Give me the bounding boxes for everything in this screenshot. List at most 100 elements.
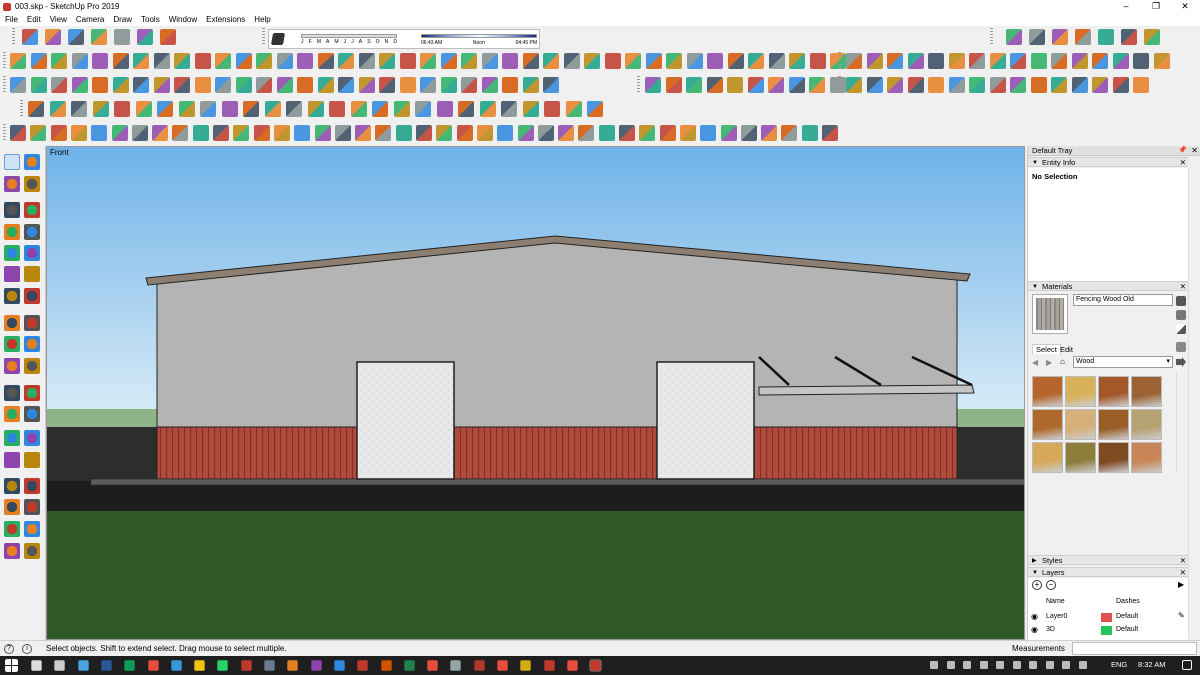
drawing-tool-icon[interactable] [4,452,20,468]
add-layer-icon[interactable]: + [1032,580,1042,590]
windows-start-icon[interactable] [5,659,18,672]
toolbar-tool-icon[interactable] [92,101,109,117]
toolbar-tool-icon[interactable] [192,125,209,141]
menu-file[interactable]: File [0,14,22,26]
drawing-tool-icon[interactable] [4,406,20,422]
toolbar-tool-icon[interactable] [50,125,67,141]
toolbar-tool-icon[interactable] [537,125,554,141]
toolbar-tool-icon[interactable] [461,53,477,69]
toolbar-tool-icon[interactable] [174,53,190,69]
drawing-tool-icon[interactable] [4,245,20,261]
toolbar-tool-icon[interactable] [338,53,354,69]
toolbar-tool-icon[interactable] [49,101,66,117]
toolbar-tool-icon[interactable] [706,77,723,93]
drawing-tool-icon[interactable] [4,202,20,218]
toolbar-tool-icon[interactable] [294,125,311,141]
toolbar-tool-icon[interactable] [740,125,757,141]
paint-bucket-icon[interactable] [1176,296,1186,306]
toolbar-tool-icon[interactable] [157,101,173,117]
toolbar-tool-icon[interactable] [22,29,38,45]
toolbar-tool-icon[interactable] [781,125,798,141]
toolbar-tool-icon[interactable] [928,77,944,93]
toolbar-tool-icon[interactable] [329,101,345,117]
layer-name[interactable]: Layer0 [1046,613,1067,620]
taskbar-app-icon[interactable] [77,660,89,671]
toolbar-tool-icon[interactable] [1112,53,1129,69]
drawing-tool-icon[interactable] [24,202,40,218]
toolbar-tool-icon[interactable] [30,125,47,141]
toolbar-tool-icon[interactable] [1092,77,1108,93]
toolbar-tool-icon[interactable] [907,53,924,69]
swatch-scrollbar[interactable] [1176,372,1188,472]
toolbar-tool-icon[interactable] [436,101,453,117]
toolbar-tool-icon[interactable] [215,77,231,93]
taskbar-app-icon[interactable] [264,660,275,671]
toolbar-tool-icon[interactable] [440,53,457,69]
menu-extensions[interactable]: Extensions [201,14,249,26]
toolbar-tool-icon[interactable] [221,101,238,117]
notification-center-icon[interactable] [1182,660,1192,670]
toolbar-tool-icon[interactable] [174,77,190,93]
toolbar-tool-icon[interactable] [789,53,805,69]
taskbar-app-icon[interactable] [520,660,531,671]
close-button[interactable]: ✕ [1171,0,1199,14]
toolbar-tool-icon[interactable] [846,53,862,69]
system-tray-icon[interactable] [1029,661,1037,669]
maximize-button[interactable]: ❐ [1142,0,1170,14]
drawing-tool-icon[interactable] [24,543,40,559]
toolbar-tool-icon[interactable] [479,101,496,117]
toolbar-tool-icon[interactable] [948,77,965,93]
sample-paint-icon[interactable] [1176,342,1186,352]
toolbar-tool-icon[interactable] [645,77,661,93]
toolbar-tool-icon[interactable] [178,101,195,117]
toolbar-tool-icon[interactable] [440,77,457,93]
toolbar-tool-icon[interactable] [28,101,44,117]
toolbar-tool-icon[interactable] [1030,53,1047,69]
toolbar-tool-icon[interactable] [338,77,354,93]
toolbar-tool-icon[interactable] [152,125,169,141]
drawing-tool-icon[interactable] [4,385,20,401]
toolbar-tool-icon[interactable] [243,101,259,117]
forward-arrow-icon[interactable]: ▶ [1046,358,1052,367]
toolbar-tool-icon[interactable] [1098,29,1114,45]
taskbar-app-icon[interactable] [497,660,508,671]
toolbar-tool-icon[interactable] [51,53,67,69]
toolbar-tool-icon[interactable] [416,125,432,141]
drawing-tool-icon[interactable] [4,288,20,304]
toolbar-tool-icon[interactable] [659,125,676,141]
menu-edit[interactable]: Edit [22,14,45,26]
toolbar-tool-icon[interactable] [645,53,662,69]
toolbar-tool-icon[interactable] [522,53,539,69]
shadow-month-slider[interactable]: JFMAMJJASOND [301,31,397,48]
toolbar-tool-icon[interactable] [10,77,26,93]
language-indicator[interactable]: ENG [1111,660,1127,669]
drawing-tool-icon[interactable] [4,543,20,559]
toolbar-tool-icon[interactable] [887,53,903,69]
toolbar-tool-icon[interactable] [558,125,575,141]
menu-view[interactable]: View [45,14,71,26]
drawing-tool-icon[interactable] [24,452,40,468]
display-secondary-pane-icon[interactable] [1176,324,1186,334]
toolbar-tool-icon[interactable] [887,77,903,93]
drawing-tool-icon[interactable] [24,288,40,304]
toolbar-tool-icon[interactable] [91,125,108,141]
toolbar-tool-icon[interactable] [700,125,717,141]
taskbar-app-icon[interactable] [357,660,368,671]
toolbar-tool-icon[interactable] [307,101,324,117]
toolbar-tool-icon[interactable] [276,53,293,69]
toolbar-tool-icon[interactable] [679,125,696,141]
taskbar-app-icon[interactable] [217,660,229,671]
tray-close-icon[interactable]: ✕ [1191,146,1198,156]
toolbar-tool-icon[interactable] [133,53,149,69]
toolbar-tool-icon[interactable] [358,77,375,93]
back-arrow-icon[interactable]: ◀ [1032,358,1038,367]
taskbar-app-icon[interactable] [543,660,555,671]
toolbar-tool-icon[interactable] [317,77,334,93]
toolbar-tool-icon[interactable] [707,53,723,69]
month-track[interactable] [301,34,397,38]
drawing-tool-icon[interactable] [4,336,20,352]
menu-tools[interactable]: Tools [136,14,164,26]
toolbar-tool-icon[interactable] [355,125,372,141]
drawing-tool-icon[interactable] [4,521,20,537]
material-swatch[interactable] [1131,409,1162,440]
